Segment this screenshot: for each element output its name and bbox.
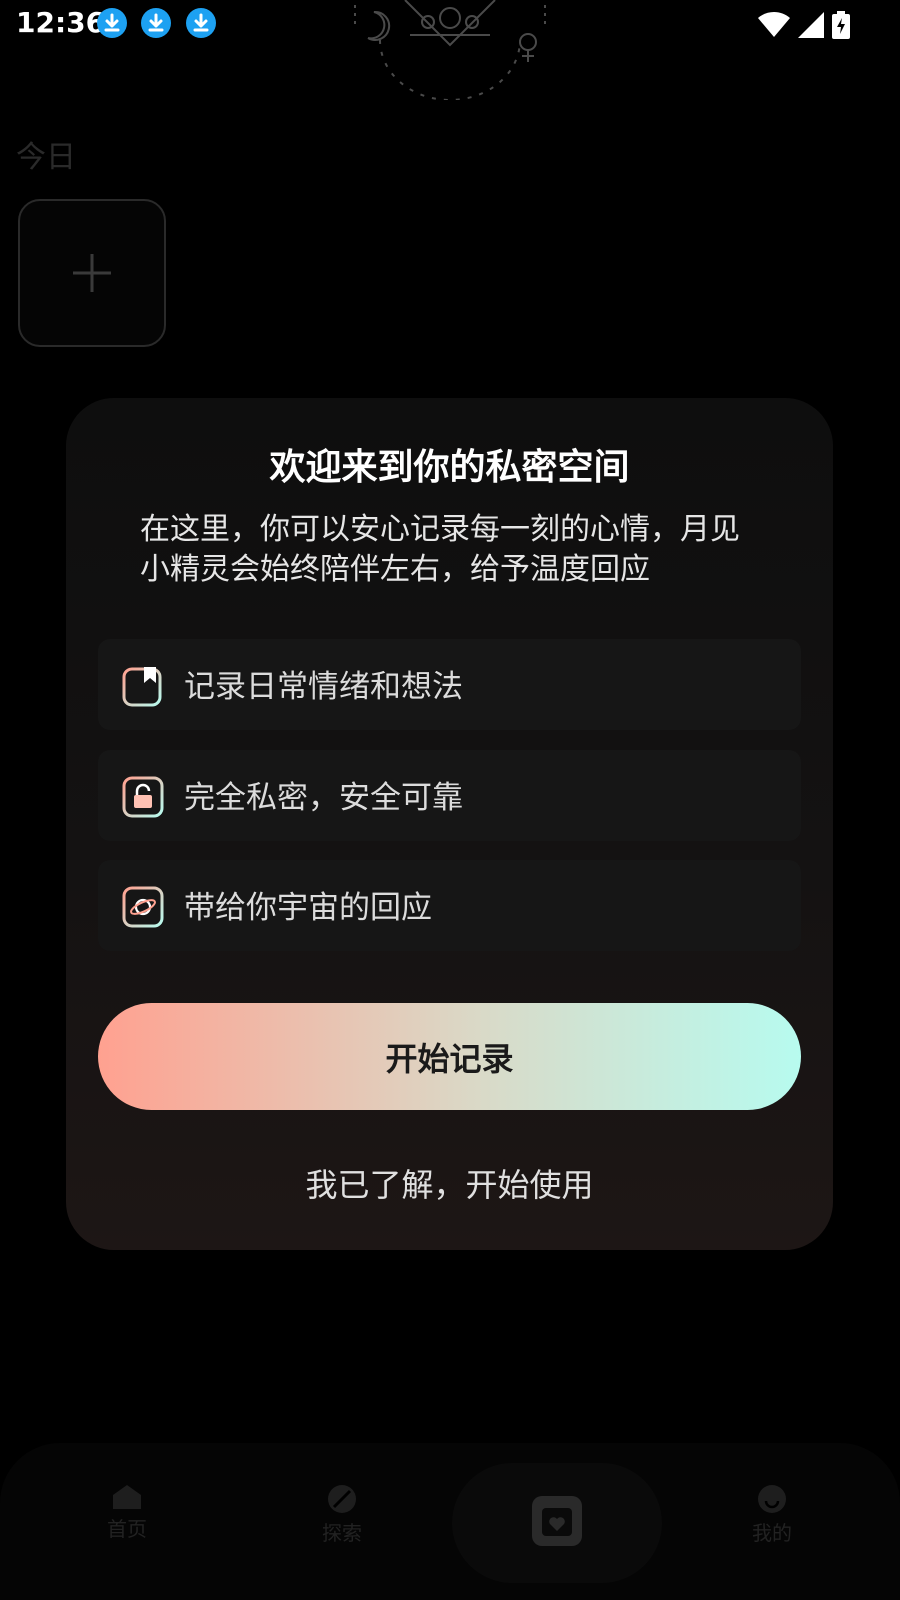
dialog-title: 欢迎来到你的私密空间 <box>269 447 630 488</box>
nav-record-button[interactable] <box>532 1496 582 1546</box>
planet-icon <box>122 886 164 928</box>
nav-label: 我的 <box>752 1521 792 1545</box>
heart-journal-icon <box>542 1508 572 1536</box>
lock-icon <box>122 776 164 818</box>
feature-item-record: 记录日常情绪和想法 <box>98 639 801 730</box>
dialog-description: 在这里，你可以安心记录每一刻的心情，月见小精灵会始终陪伴左右，给予温度回应 <box>140 512 740 587</box>
nav-item-home[interactable]: 首页 <box>87 1483 167 1542</box>
smiley-icon <box>758 1485 786 1513</box>
mystic-emblem-icon <box>354 0 546 100</box>
add-entry-card <box>18 199 166 347</box>
feature-item-privacy: 完全私密，安全可靠 <box>98 750 801 841</box>
nav-label: 探索 <box>322 1521 362 1545</box>
feature-label: 完全私密，安全可靠 <box>184 780 463 816</box>
bookmark-note-icon <box>122 667 162 707</box>
acknowledge-start-link[interactable]: 我已了解，开始使用 <box>66 1160 833 1206</box>
welcome-dialog: 欢迎来到你的私密空间 在这里，你可以安心记录每一刻的心情，月见小精灵会始终陪伴左… <box>66 398 833 1250</box>
feature-label: 记录日常情绪和想法 <box>184 669 463 705</box>
bottom-nav: 首页 探索 我的 <box>0 1443 900 1600</box>
nav-item-profile[interactable]: 我的 <box>732 1483 812 1546</box>
feature-item-cosmic: 带给你宇宙的回应 <box>98 860 801 951</box>
plus-icon <box>73 254 111 292</box>
compass-icon <box>328 1485 356 1513</box>
nav-item-explore[interactable]: 探索 <box>302 1483 382 1546</box>
today-label: 今日 <box>16 140 76 175</box>
start-recording-button[interactable]: 开始记录 <box>98 1003 801 1110</box>
feature-label: 带给你宇宙的回应 <box>184 890 432 926</box>
home-icon <box>113 1485 141 1509</box>
nav-label: 首页 <box>107 1517 147 1541</box>
